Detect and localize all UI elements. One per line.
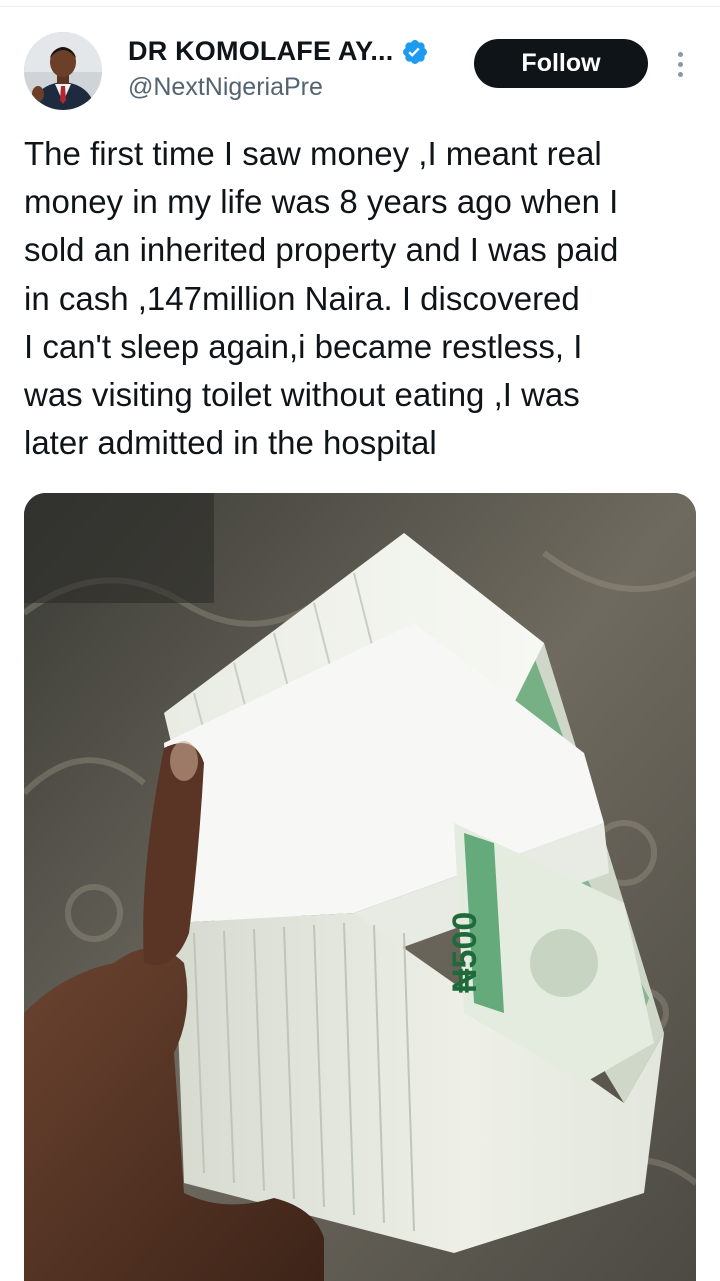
post-header: DR KOMOLAFE AY... @NextNigeriaPre Follow bbox=[0, 0, 720, 120]
avatar-photo bbox=[24, 32, 102, 110]
author-display-name[interactable]: DR KOMOLAFE AY... bbox=[128, 36, 393, 67]
vertical-ellipsis-icon[interactable] bbox=[666, 46, 694, 82]
author-handle[interactable]: @NextNigeriaPre bbox=[128, 73, 323, 102]
post-photo[interactable]: ₦500 bbox=[24, 493, 696, 1281]
money-stack-photo: ₦500 bbox=[24, 493, 696, 1281]
svg-text:₦500: ₦500 bbox=[446, 912, 484, 993]
author-name-row: DR KOMOLAFE AY... bbox=[128, 36, 429, 67]
post-text: The first time I saw money ,I meant real… bbox=[24, 135, 619, 462]
follow-button[interactable]: Follow bbox=[474, 39, 648, 88]
note-denomination: ₦500 bbox=[446, 912, 484, 993]
verified-badge-icon bbox=[401, 38, 429, 66]
author-avatar[interactable] bbox=[24, 32, 102, 110]
